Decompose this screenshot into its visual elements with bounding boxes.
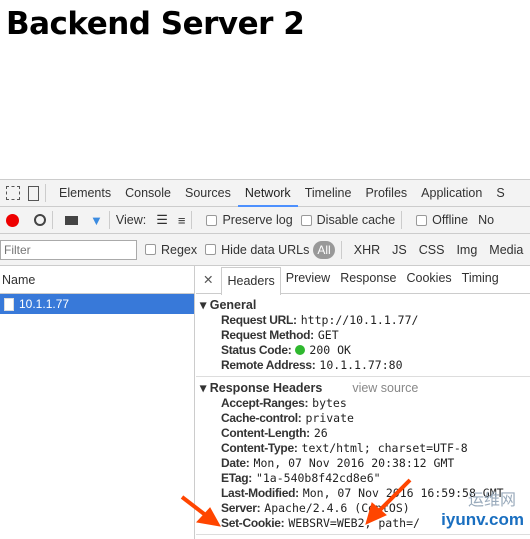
hide-data-urls-label: Hide data URLs	[221, 242, 310, 257]
filter-bar: Regex Hide data URLs All XHR JS CSS Img …	[0, 234, 530, 266]
header-row: Accept-Ranges: bytes	[196, 396, 530, 411]
tab-timeline[interactable]: Timeline	[298, 180, 359, 207]
view-source-link[interactable]: view source	[352, 381, 418, 395]
filter-type-all[interactable]: All	[313, 240, 335, 259]
device-mode-icon[interactable]	[28, 185, 39, 201]
detail-tab-headers[interactable]: Headers	[221, 266, 281, 295]
header-row: Date: Mon, 07 Nov 2016 20:38:12 GMT	[196, 456, 530, 471]
status-ok-icon	[295, 345, 306, 355]
tab-elements[interactable]: Elements	[52, 180, 118, 207]
header-row: Content-Length: 26	[196, 426, 530, 441]
list-view-icon[interactable]: ☰	[156, 212, 168, 228]
detail-tab-preview[interactable]: Preview	[281, 265, 335, 293]
devtools-panel: Elements Console Sources Network Timeline Pro…	[0, 179, 530, 539]
header-row: ETag: "1a-540b8f42cd8e6"	[196, 471, 530, 486]
detail-tab-response[interactable]: Response	[335, 265, 401, 293]
request-list: Name 10.1.1.77	[0, 266, 195, 539]
header-name: ETag:	[221, 471, 252, 485]
tab-network[interactable]: Network	[237, 180, 298, 207]
header-value: Apache/2.4.6 (CentOS)	[264, 501, 410, 515]
header-name: Content-Type:	[221, 441, 298, 455]
header-name: Accept-Ranges:	[221, 396, 309, 410]
clear-icon[interactable]	[34, 214, 46, 226]
tab-s[interactable]: S	[489, 180, 511, 207]
request-name: 10.1.1.77	[19, 297, 70, 311]
header-value: 26	[313, 426, 328, 440]
filter-type-xhr[interactable]: XHR	[348, 243, 386, 257]
network-toolbar: ▼ View: ☰ ≡ Preserve log Disable cache O…	[0, 207, 530, 234]
header-name: Request URL:	[221, 313, 297, 327]
filter-type-js[interactable]: JS	[386, 243, 413, 257]
header-value: "1a-540b8f42cd8e6"	[255, 471, 381, 485]
tab-console[interactable]: Console	[118, 180, 178, 207]
hide-data-urls-checkbox[interactable]	[205, 244, 217, 255]
header-value: Mon, 07 Nov 2016 20:38:12 GMT	[253, 456, 455, 470]
header-name: Cache-control:	[221, 411, 302, 425]
header-row: Remote Address: 10.1.1.77:80	[196, 358, 530, 373]
name-column-header[interactable]: Name	[0, 266, 194, 294]
divider	[196, 534, 530, 535]
header-value: private	[305, 411, 354, 425]
header-row: Request Method: GET	[196, 328, 530, 343]
section-title: Response Headers	[209, 381, 323, 395]
filter-type-media[interactable]: Media	[483, 243, 529, 257]
general-section-header[interactable]: ▾ General	[196, 297, 530, 313]
filter-type-css[interactable]: CSS	[413, 243, 451, 257]
watermark-en: iyunv.com	[441, 510, 524, 529]
disable-cache-checkbox[interactable]	[300, 214, 312, 226]
filter-input[interactable]	[0, 239, 137, 260]
divider	[45, 184, 46, 202]
preserve-log-checkbox[interactable]	[206, 214, 218, 226]
response-headers-section-header[interactable]: ▾ Response Headers view source	[196, 380, 530, 396]
devtools-tabbar: Elements Console Sources Network Timeline Pro…	[0, 180, 530, 207]
header-name: Content-Length:	[221, 426, 310, 440]
close-icon[interactable]: ✕	[196, 272, 221, 287]
request-row[interactable]: 10.1.1.77	[0, 294, 194, 314]
header-value: bytes	[312, 396, 347, 410]
header-name: Remote Address:	[221, 358, 316, 372]
record-icon[interactable]	[6, 213, 19, 227]
header-value: GET	[317, 328, 339, 342]
offline-checkbox[interactable]	[416, 214, 428, 226]
header-name: Date:	[221, 456, 250, 470]
header-row: Cache-control: private	[196, 411, 530, 426]
inspect-element-icon[interactable]	[6, 186, 20, 200]
overview-icon[interactable]: ≡	[178, 213, 186, 228]
watermark-cn: 运维网	[467, 492, 516, 509]
watermark-logo: 运维网 iyunv.com	[441, 486, 524, 530]
detail-tab-cookies[interactable]: Cookies	[402, 265, 457, 293]
view-label: View:	[115, 213, 147, 227]
throttling-select[interactable]: No	[478, 213, 494, 227]
regex-label: Regex	[161, 242, 198, 257]
filter-type-img[interactable]: Img	[450, 243, 483, 257]
header-value: http://10.1.1.77/	[300, 313, 419, 327]
header-name: Last-Modified:	[221, 486, 299, 500]
offline-label: Offline	[432, 213, 469, 227]
detail-tab-timing[interactable]: Timing	[457, 265, 504, 293]
preserve-log-label: Preserve log	[222, 213, 293, 227]
detail-tabs: ✕ Headers Preview Response Cookies Timing	[196, 265, 530, 295]
tab-sources[interactable]: Sources	[178, 180, 238, 207]
section-title: General	[209, 298, 257, 312]
tab-application[interactable]: Application	[414, 180, 489, 207]
header-row: Content-Type: text/html; charset=UTF-8	[196, 441, 530, 456]
header-name: Status Code:	[221, 343, 292, 357]
disable-cache-label: Disable cache	[316, 213, 396, 227]
header-name: Request Method:	[221, 328, 314, 342]
divider	[196, 376, 530, 377]
header-name: Set-Cookie:	[221, 516, 285, 530]
header-row: Request URL: http://10.1.1.77/	[196, 313, 530, 328]
header-value: 10.1.1.77:80	[319, 358, 403, 372]
document-icon	[4, 297, 14, 311]
header-value: text/html; charset=UTF-8	[301, 441, 468, 455]
tab-profiles[interactable]: Profiles	[358, 180, 414, 207]
filter-icon[interactable]: ▼	[90, 213, 103, 228]
header-row: Status Code: 200 OK	[196, 343, 530, 358]
header-value: WEBSRV=WEB2; path=/	[288, 516, 420, 530]
page-title: Backend Server 2	[6, 6, 305, 42]
header-value: 200 OK	[309, 343, 351, 357]
capture-screenshots-icon[interactable]	[65, 215, 78, 225]
header-name: Server:	[221, 501, 261, 515]
regex-checkbox[interactable]	[145, 244, 156, 255]
